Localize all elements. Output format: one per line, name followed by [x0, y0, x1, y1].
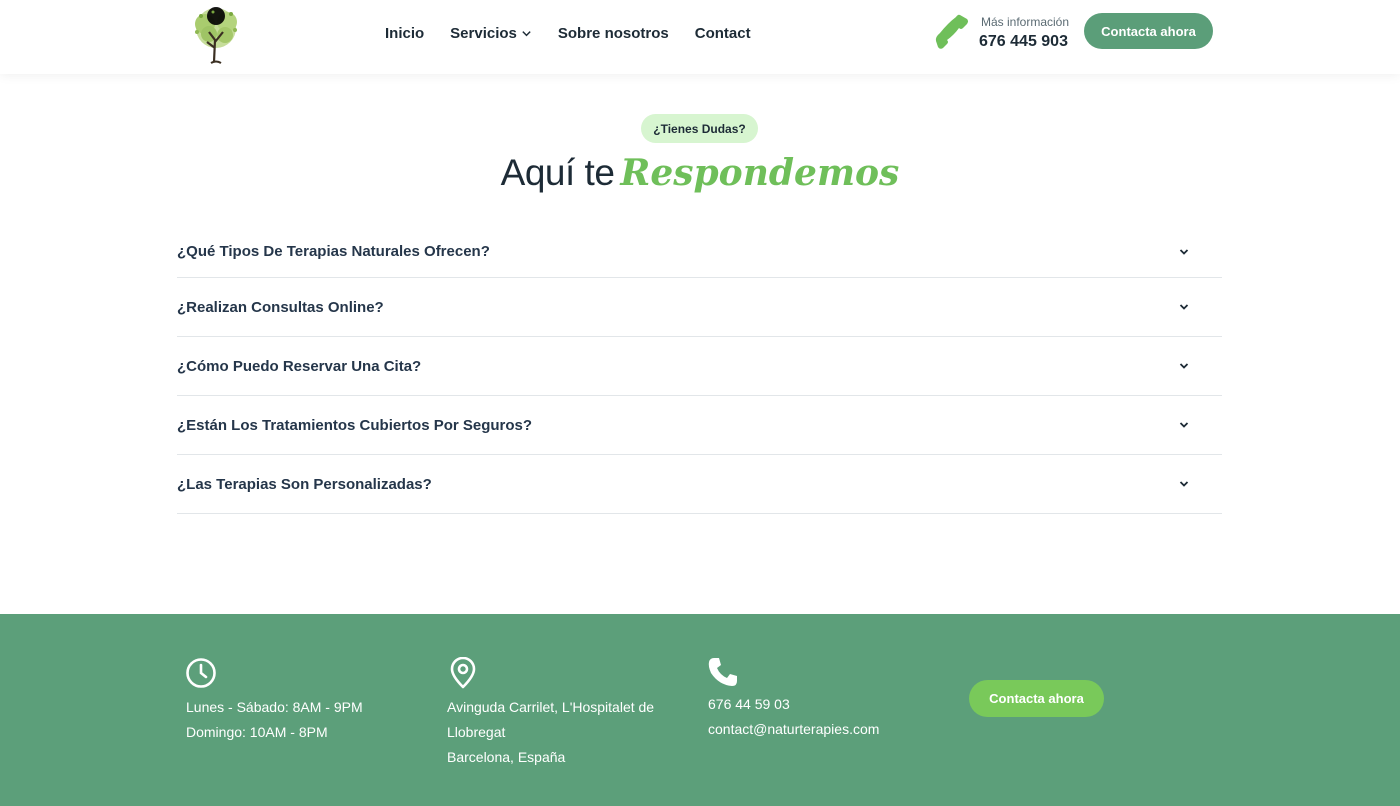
address: Avinguda Carrilet, L'Hospitalet de Llobr…	[447, 695, 654, 770]
location-pin-icon	[447, 656, 479, 689]
chevron-down-icon	[522, 31, 531, 37]
chevron-down-icon	[1179, 422, 1189, 428]
nav-item-sobre-nosotros[interactable]: Sobre nosotros	[558, 25, 669, 42]
faq-question: ¿Cómo Puedo Reservar Una Cita?	[177, 357, 422, 375]
nav-label: Sobre nosotros	[557, 25, 669, 42]
footer-email[interactable]: contact@naturterapies.com	[708, 717, 879, 742]
faq-question: ¿Están Los Tratamientos Cubiertos Por Se…	[177, 416, 533, 434]
nav-label: Servicios	[450, 25, 517, 42]
faq-item[interactable]: ¿Realizan Consultas Online?	[177, 278, 1222, 337]
phone-icon	[707, 656, 739, 688]
footer-contact-now-button[interactable]: Contacta ahora	[969, 680, 1104, 717]
clock-icon	[185, 657, 217, 689]
nav-label: Contact	[694, 25, 751, 42]
hours-line: Domingo: 10AM - 8PM	[186, 724, 328, 740]
faq-accordion: ¿Qué Tipos De Terapias Naturales Ofrecen…	[177, 226, 1222, 514]
faq-question: ¿Realizan Consultas Online?	[177, 298, 384, 316]
nav-item-inicio[interactable]: Inicio	[385, 25, 424, 42]
phone-icon	[934, 13, 972, 51]
phone-caption: Más información	[981, 15, 1070, 29]
faq-item[interactable]: ¿Qué Tipos De Terapias Naturales Ofrecen…	[177, 226, 1222, 278]
faq-badge: ¿Tienes Dudas?	[641, 114, 758, 143]
opening-hours: Lunes - Sábado: 8AM - 9PM Domingo: 10AM …	[186, 695, 363, 745]
faq-question: ¿Qué Tipos De Terapias Naturales Ofrecen…	[177, 243, 490, 260]
faq-heading-script: Respondemos	[620, 152, 900, 194]
chevron-down-icon	[1179, 248, 1189, 255]
hours-line: Lunes - Sábado: 8AM - 9PM	[186, 699, 363, 715]
address-line: Barcelona, España	[447, 749, 566, 765]
nav-item-contact[interactable]: Contact	[695, 25, 751, 42]
chevron-down-icon	[1179, 304, 1189, 310]
contact-info: 676 44 59 03 contact@naturterapies.com	[708, 692, 879, 742]
nav-item-servicios[interactable]: Servicios	[450, 25, 532, 42]
faq-item[interactable]: ¿Están Los Tratamientos Cubiertos Por Se…	[177, 396, 1222, 455]
faq-item[interactable]: ¿Las Terapias Son Personalizadas?	[177, 455, 1222, 514]
chevron-down-icon	[1179, 363, 1189, 369]
address-line: Llobregat	[447, 724, 506, 740]
footer-phone[interactable]: 676 44 59 03	[708, 692, 879, 717]
tree-logo-icon[interactable]	[183, 4, 249, 68]
site-header: Inicio Servicios Sobre nosotros Contact …	[0, 0, 1400, 74]
main-nav: Inicio Servicios Sobre nosotros Contact	[385, 25, 751, 42]
faq-heading-plain: Aquí te	[500, 152, 615, 193]
faq-heading: Aquí te Respondemos	[0, 152, 1400, 194]
chevron-down-icon	[1179, 481, 1189, 487]
site-footer: Lunes - Sábado: 8AM - 9PM Domingo: 10AM …	[0, 614, 1400, 806]
phone-number[interactable]: 676 445 903	[979, 33, 1068, 51]
address-line: Avinguda Carrilet, L'Hospitalet de	[447, 699, 655, 715]
faq-question: ¿Las Terapias Son Personalizadas?	[177, 475, 432, 493]
faq-item[interactable]: ¿Cómo Puedo Reservar Una Cita?	[177, 337, 1222, 396]
contact-now-button[interactable]: Contacta ahora	[1084, 13, 1213, 49]
nav-label: Inicio	[385, 25, 425, 42]
